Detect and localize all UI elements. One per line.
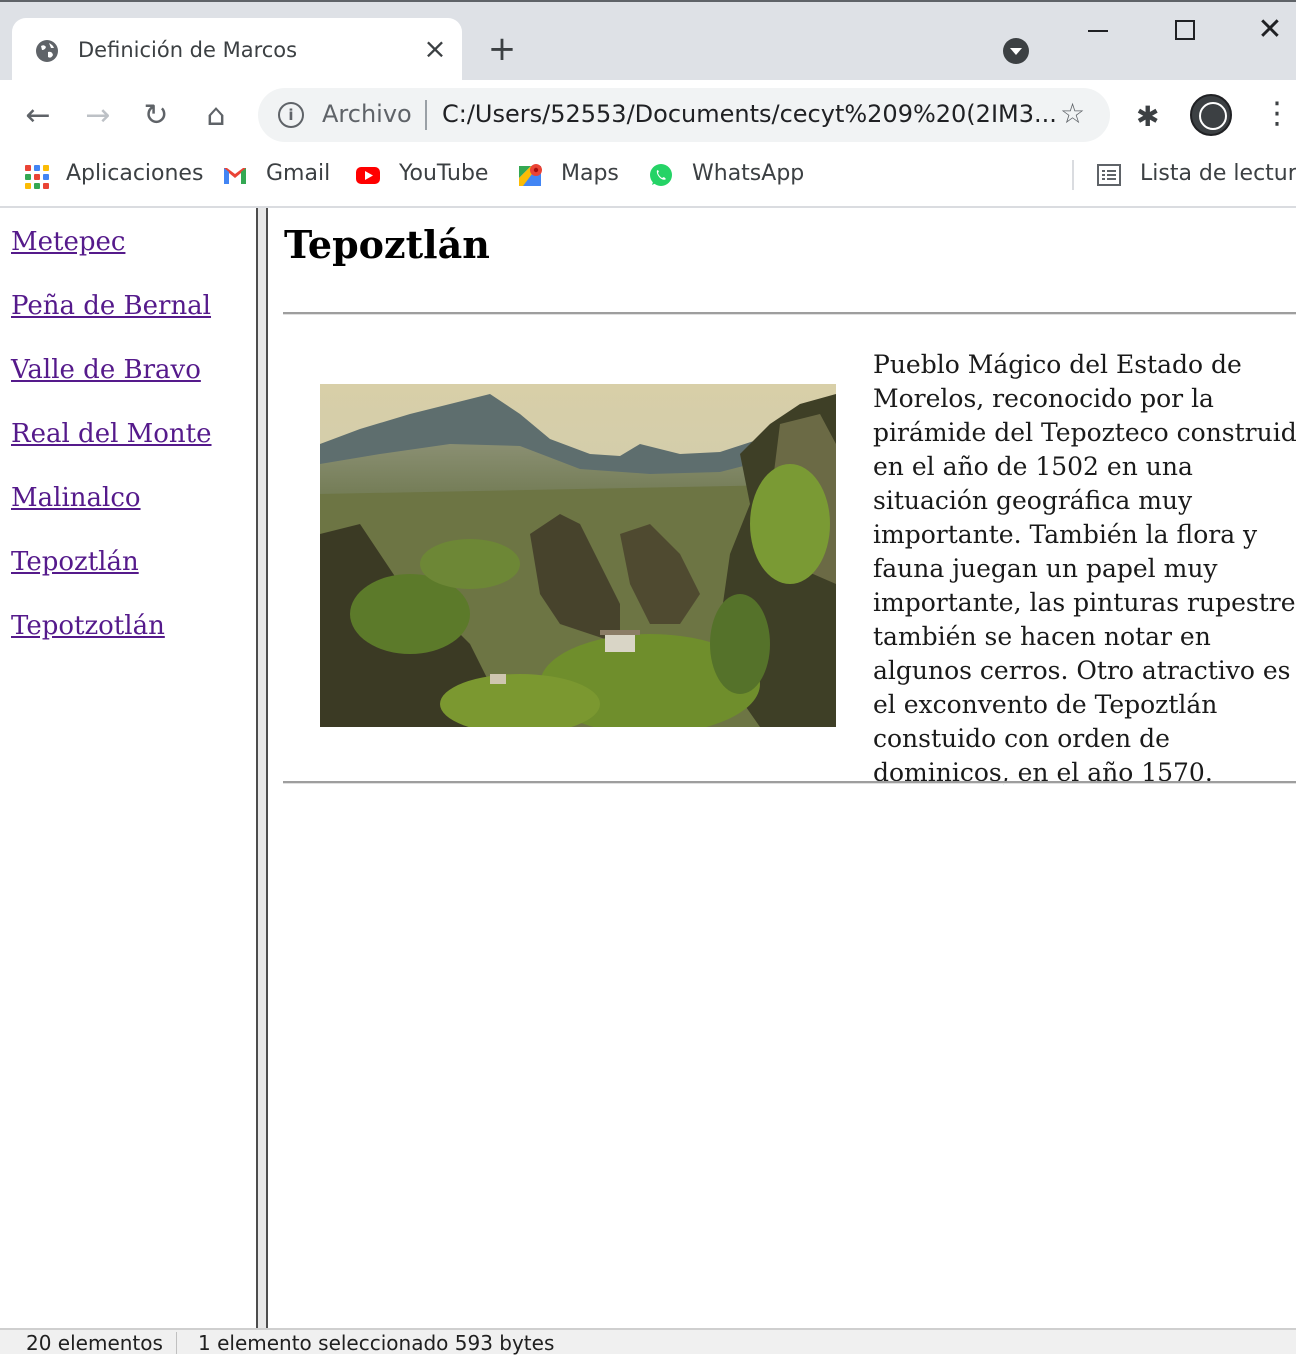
nav-link-tepotzotlan[interactable]: Tepotzotlán — [11, 610, 212, 674]
nav-link-metepec[interactable]: Metepec — [11, 226, 212, 290]
profile-avatar[interactable] — [1190, 94, 1232, 136]
address-bar[interactable]: i Archivo C:/Users/52553/Documents/cecyt… — [258, 88, 1110, 142]
frame-resize-border[interactable] — [256, 208, 268, 1328]
nav-link-tepoztlan[interactable]: Tepoztlán — [11, 546, 212, 610]
reading-list-icon — [1097, 164, 1121, 186]
close-window-button[interactable]: ✕ — [1250, 12, 1290, 48]
tepoztlan-landscape-image — [320, 384, 836, 727]
home-button[interactable]: ⌂ — [198, 98, 234, 134]
maps-icon — [519, 164, 542, 186]
nav-link-malinalco[interactable]: Malinalco — [11, 482, 212, 546]
whatsapp-icon — [650, 164, 672, 186]
tab-strip: Definición de Marcos × + ✕ — [0, 0, 1296, 82]
menu-icon[interactable]: ⋮ — [1262, 96, 1292, 131]
address-url[interactable]: C:/Users/52553/Documents/cecyt%209%20(2I… — [442, 100, 1057, 128]
youtube-icon — [356, 167, 380, 184]
tab-close-icon[interactable]: × — [418, 32, 452, 66]
navigation-frame: Metepec Peña de Bernal Valle de Bravo Re… — [0, 208, 256, 1328]
bookmark-label: Gmail — [266, 161, 331, 186]
nav-link-pena-de-bernal[interactable]: Peña de Bernal — [11, 290, 212, 354]
landscape-photo — [320, 384, 836, 727]
selection-info-text: 1 elemento seleccionado 593 bytes — [198, 1331, 555, 1355]
apps-grid-icon — [22, 162, 49, 189]
bookmarks-bar: Aplicaciones Gmail YouTube Maps WhatsApp… — [0, 150, 1296, 208]
bookmark-label: YouTube — [399, 161, 489, 186]
bookmark-star-icon[interactable]: ☆ — [1060, 97, 1085, 130]
site-info-icon[interactable]: i — [278, 102, 304, 128]
tab-search-icon[interactable] — [1003, 38, 1029, 64]
bookmark-label: Aplicaciones — [66, 161, 204, 186]
tab-active[interactable]: Definición de Marcos × — [12, 18, 462, 82]
gmail-icon — [224, 168, 246, 184]
bookmark-label: WhatsApp — [692, 161, 805, 186]
tepoztlan-description: Pueblo Mágico del Estado de Morelos, rec… — [873, 350, 1296, 787]
forward-button[interactable]: → — [80, 98, 116, 134]
nav-link-valle-de-bravo[interactable]: Valle de Bravo — [11, 354, 212, 418]
back-button[interactable]: ← — [20, 98, 56, 134]
content-frame: Tepoztlán Pueblo Mágico del Estado de Mo… — [268, 208, 1296, 1328]
globe-icon — [36, 40, 58, 62]
item-count-text: 20 elementos — [26, 1331, 163, 1355]
status-separator — [176, 1332, 177, 1354]
explorer-status-bar: 20 elementos 1 elemento seleccionado 593… — [0, 1328, 1296, 1355]
bookmarks-separator — [1072, 160, 1074, 190]
browser-toolbar: ← → ↻ ⌂ i Archivo C:/Users/52553/Documen… — [0, 80, 1296, 150]
tab-title: Definición de Marcos — [78, 38, 298, 62]
reload-button[interactable]: ↻ — [138, 98, 174, 134]
extensions-icon[interactable]: ✱ — [1136, 100, 1159, 133]
address-scheme-label: Archivo — [322, 100, 412, 128]
page-title: Tepoztlán — [284, 222, 490, 267]
new-tab-button[interactable]: + — [486, 32, 518, 66]
minimize-button[interactable] — [1078, 12, 1118, 48]
nav-link-real-del-monte[interactable]: Real del Monte — [11, 418, 212, 482]
top-divider — [283, 312, 1296, 315]
nav-link-list: Metepec Peña de Bernal Valle de Bravo Re… — [11, 226, 212, 674]
maximize-button[interactable] — [1164, 12, 1204, 48]
bookmark-label: Maps — [561, 161, 619, 186]
reading-list-label: Lista de lectura — [1140, 161, 1296, 186]
bottom-divider — [283, 781, 1296, 784]
address-separator — [425, 100, 427, 130]
